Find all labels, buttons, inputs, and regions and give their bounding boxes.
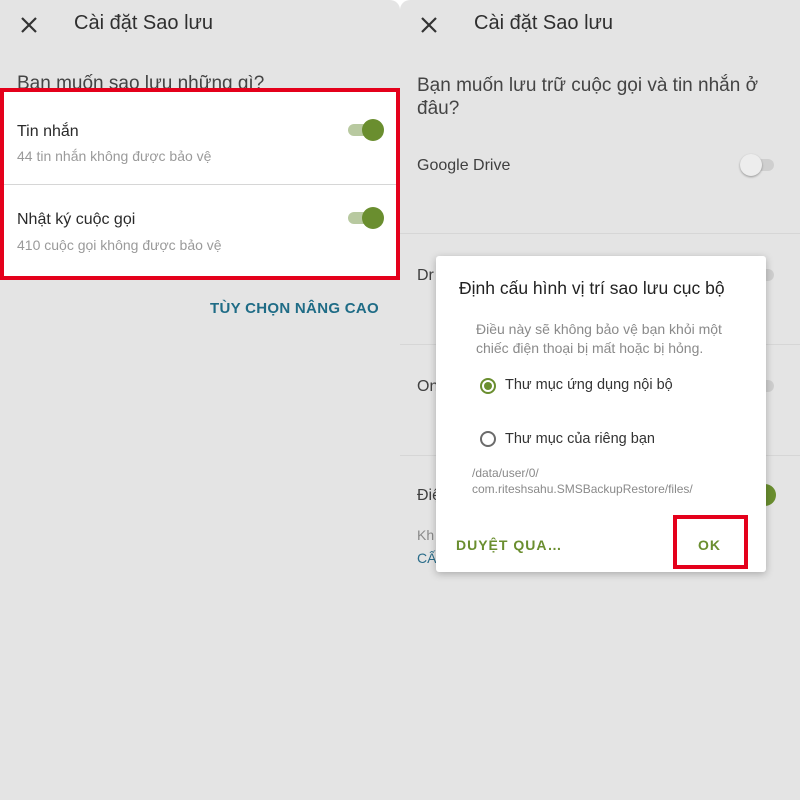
item-subtitle: 410 cuộc gọi không được bảo vệ — [17, 237, 222, 253]
item-title: Tin nhắn — [17, 123, 79, 140]
radio-internal-app-folder[interactable] — [480, 378, 496, 394]
messages-toggle[interactable] — [348, 118, 384, 142]
radio-own-folder[interactable] — [480, 431, 496, 447]
page-title: Cài đặt Sao lưu — [474, 12, 614, 34]
dialog-message: Điều này sẽ không bảo vệ bạn khỏi một ch… — [476, 321, 722, 356]
item-title: Nhật ký cuộc gọi — [17, 211, 136, 228]
close-icon[interactable] — [18, 14, 40, 36]
path-line: /data/user/0/ — [472, 466, 539, 480]
google-drive-label: Google Drive — [417, 157, 511, 174]
google-drive-toggle[interactable] — [740, 153, 776, 177]
radio-label[interactable]: Thư mục của riêng bạn — [505, 431, 655, 447]
item-subtitle: 44 tin nhắn không được bảo vệ — [17, 148, 212, 164]
browse-button[interactable]: DUYỆT QUA… — [456, 537, 562, 553]
local-device-note: Kh — [417, 527, 435, 543]
path-line: com.riteshsahu.SMSBackupRestore/files/ — [472, 482, 693, 496]
divider — [400, 233, 800, 234]
list-item-messages[interactable]: Tin nhắn 44 tin nhắn không được bảo vệ — [4, 92, 396, 186]
dropbox-label: Dr — [417, 267, 434, 284]
dialog-title: Định cấu hình vị trí sao lưu cục bộ — [459, 278, 725, 298]
page-title: Cài đặt Sao lưu — [74, 12, 214, 34]
radio-label[interactable]: Thư mục ứng dụng nội bộ — [505, 377, 673, 393]
list-item-call-log[interactable]: Nhật ký cuộc gọi 410 cuộc gọi không được… — [4, 185, 396, 277]
configure-link[interactable]: CẤ — [417, 550, 436, 566]
top-bar: Cài đặt Sao lưu — [0, 0, 400, 52]
backup-items-card: Tin nhắn 44 tin nhắn không được bảo vệ N… — [0, 88, 400, 280]
left-screen: Cài đặt Sao lưu Bạn muốn sao lưu những g… — [0, 0, 400, 800]
folder-path: /data/user/0/ com.riteshsahu.SMSBackupRe… — [472, 465, 693, 497]
top-bar: Cài đặt Sao lưu — [400, 0, 800, 52]
ok-button[interactable]: OK — [698, 537, 721, 553]
close-icon[interactable] — [418, 14, 440, 36]
advanced-options-link[interactable]: TÙY CHỌN NÂNG CAO — [210, 300, 379, 317]
call-log-toggle[interactable] — [348, 206, 384, 230]
section-heading-line2: đâu? — [417, 98, 460, 119]
section-heading-line1: Bạn muốn lưu trữ cuộc gọi và tin nhắn ở — [417, 75, 759, 96]
local-backup-dialog: Định cấu hình vị trí sao lưu cục bộ Điều… — [436, 256, 766, 572]
